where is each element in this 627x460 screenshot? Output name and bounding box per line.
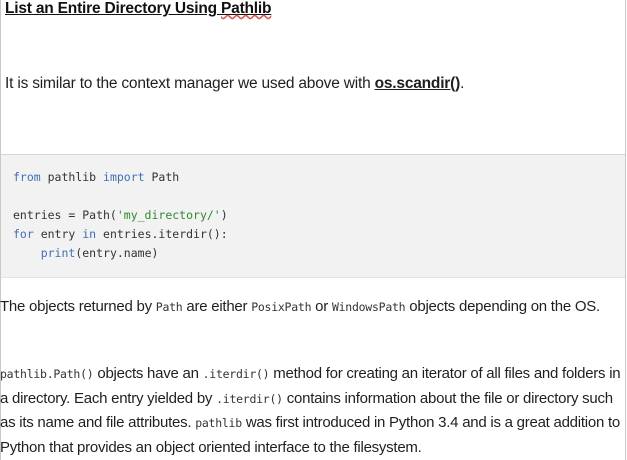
code-line-4: print(entry.name) (40, 246, 159, 260)
paragraph-path-objects: The objects returned by Path are either … (0, 298, 600, 315)
code-line-2: entries = Path('my_directory/') (13, 208, 228, 222)
spellcheck-word: Pathlib (221, 0, 272, 17)
code-line-3: for entry in entries.iterdir(): (13, 227, 228, 241)
code-block: from pathlib import Path entries = Path(… (1, 154, 625, 278)
intro-paragraph: It is similar to the context manager we … (5, 75, 465, 92)
inline-code-scandir: os.scandir() (374, 75, 461, 92)
paragraph-iterdir: pathlib.Path() objects have an .iterdir(… (0, 365, 621, 456)
page-right-border (625, 0, 626, 460)
code-line-1: from pathlib import Path (13, 170, 180, 184)
section-heading: List an Entire Directory Using Pathlib (5, 0, 272, 17)
